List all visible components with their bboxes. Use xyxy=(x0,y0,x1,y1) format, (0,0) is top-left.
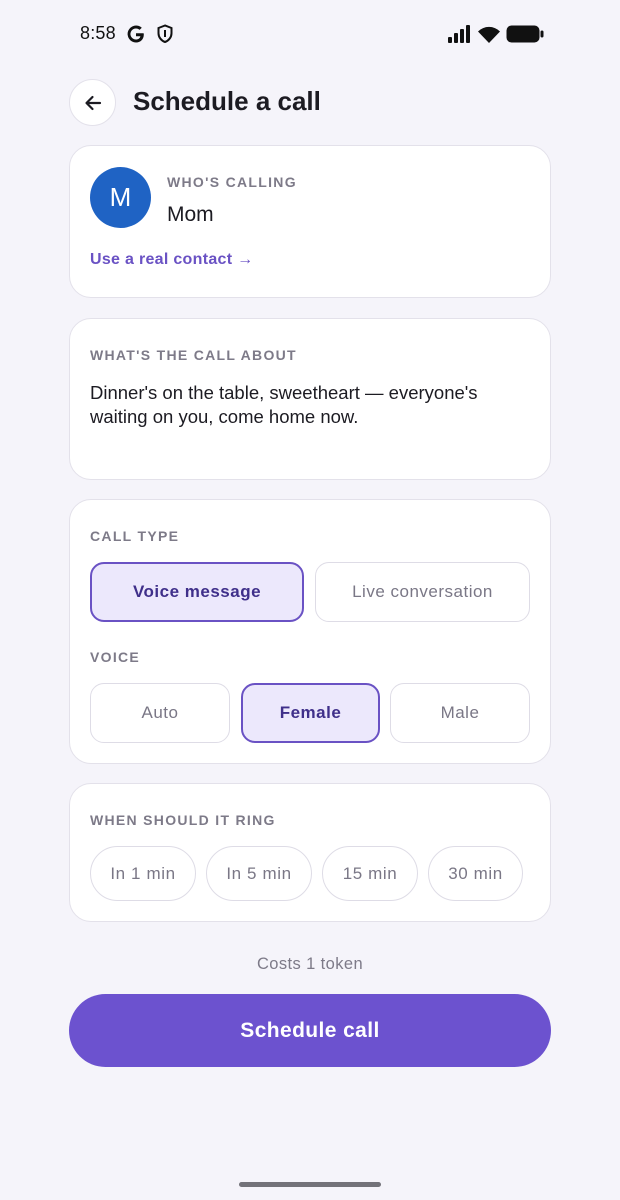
use-real-contact-link[interactable]: Use a real contact → xyxy=(90,251,253,269)
call-type-label: CALL TYPE xyxy=(90,528,180,544)
shield-icon xyxy=(157,24,173,44)
ring-time-card: WHEN SHOULD IT RING In 1 min In 5 min 15… xyxy=(69,783,551,922)
caller-label: WHO'S CALLING xyxy=(167,174,297,190)
page-title: Schedule a call xyxy=(133,86,321,116)
call-type-live-conversation[interactable]: Live conversation xyxy=(315,562,530,622)
call-type-voice-message[interactable]: Voice message xyxy=(90,562,304,622)
voice-auto[interactable]: Auto xyxy=(90,683,230,743)
call-message-textarea[interactable]: Dinner's on the table, sweetheart — ever… xyxy=(90,381,530,429)
schedule-call-screen: 8:58 Schedule a call M WHO'S CALLING Mom… xyxy=(0,0,620,1200)
ring-in-1-min[interactable]: In 1 min xyxy=(90,846,196,901)
caller-card: M WHO'S CALLING Mom Use a real contact → xyxy=(69,145,551,298)
wifi-icon xyxy=(478,26,500,43)
caller-name[interactable]: Mom xyxy=(167,203,214,227)
schedule-call-button[interactable]: Schedule call xyxy=(69,994,551,1067)
google-icon xyxy=(127,25,144,43)
call-settings-card: CALL TYPE Voice message Live conversatio… xyxy=(69,499,551,764)
battery-icon xyxy=(506,25,544,43)
call-about-card[interactable]: WHAT'S THE CALL ABOUT Dinner's on the ta… xyxy=(69,318,551,480)
signal-icon xyxy=(448,25,470,43)
arrow-left-icon xyxy=(84,95,101,110)
status-bar: 8:58 xyxy=(0,0,620,70)
cost-text: Costs 1 token xyxy=(256,955,364,973)
ring-time-label: WHEN SHOULD IT RING xyxy=(90,812,276,828)
voice-female[interactable]: Female xyxy=(241,683,380,743)
ring-30-min[interactable]: 30 min xyxy=(428,846,523,901)
call-about-label: WHAT'S THE CALL ABOUT xyxy=(90,347,297,363)
status-time: 8:58 xyxy=(80,23,116,43)
voice-label: VOICE xyxy=(90,649,141,665)
ring-15-min[interactable]: 15 min xyxy=(322,846,418,901)
avatar[interactable]: M xyxy=(90,167,151,228)
ring-in-5-min[interactable]: In 5 min xyxy=(206,846,312,901)
home-indicator[interactable] xyxy=(239,1182,381,1187)
back-button[interactable] xyxy=(69,79,116,126)
voice-male[interactable]: Male xyxy=(390,683,530,743)
